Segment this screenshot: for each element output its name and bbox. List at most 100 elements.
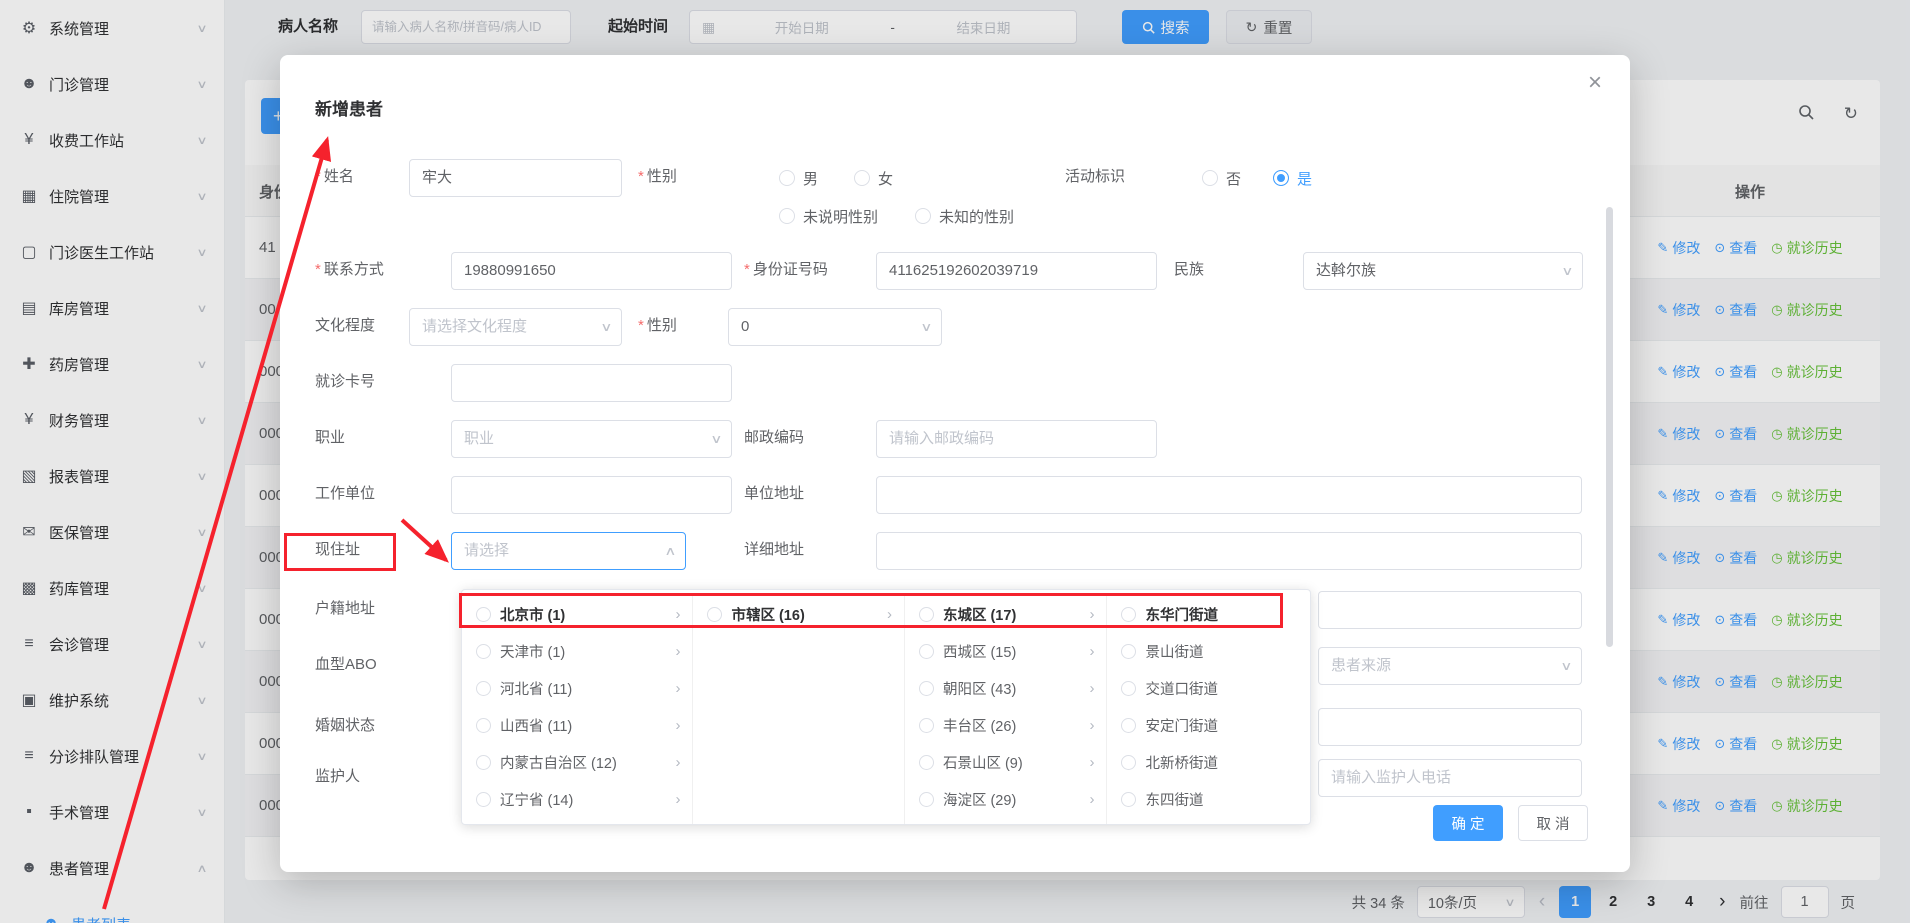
cascader-option[interactable]: 辽宁省 (14) › (462, 781, 692, 818)
chevron-down-icon: ∨ (1561, 253, 1573, 290)
required-asterisk: * (744, 261, 750, 278)
radio-icon (1202, 170, 1218, 186)
guardian-phone-input[interactable]: 请输入监护人电话 (1318, 759, 1582, 797)
cascader-option-label: 海淀区 (29) (943, 789, 1016, 810)
gender-female-radio[interactable]: 女 (854, 169, 893, 187)
cascader-option-label: 西城区 (15) (943, 641, 1016, 662)
cascader-option[interactable]: 交道口街道 (1107, 670, 1310, 707)
chevron-right-icon: › (1089, 680, 1094, 697)
required-asterisk: * (315, 261, 321, 278)
cascader-option[interactable]: 河北省 (11)› (462, 670, 692, 707)
detail-address-input[interactable] (876, 532, 1582, 570)
id-number-input[interactable]: 411625192602039719 (876, 252, 1157, 290)
cascader-option[interactable]: 东四街道 (1107, 781, 1310, 818)
visit-card-input[interactable] (451, 364, 732, 402)
cascader-option[interactable]: 安定门街道 (1107, 707, 1310, 744)
required-asterisk: * (315, 168, 321, 185)
cascader-option[interactable]: 西城区 (15) › (905, 633, 1107, 670)
gender-label: *性别 (638, 167, 677, 187)
gender-unspecified-radio[interactable]: 未说明性别 (779, 207, 878, 225)
chevron-down-icon: ∨ (920, 309, 932, 346)
cascader-option[interactable]: 海淀区 (29) › (905, 781, 1107, 818)
name-input[interactable]: 牢大 (409, 159, 622, 197)
gender-select[interactable]: 0∨ (728, 308, 942, 346)
chevron-right-icon: › (1089, 791, 1094, 808)
radio-icon (919, 644, 934, 659)
visit-card-label: 就诊卡号 (315, 372, 375, 392)
cascader-option-label: 辽宁省 (14) (500, 789, 573, 810)
chevron-right-icon: › (1089, 643, 1094, 660)
radio-icon (1121, 718, 1136, 733)
guardian-label: 监护人 (315, 767, 360, 787)
radio-icon (854, 170, 870, 186)
work-unit-input[interactable] (451, 476, 732, 514)
unit-address-input[interactable] (876, 476, 1582, 514)
cascader-column-3: 东城区 (17)›西城区 (15)›朝阳区 (43)›丰台区 (26)›石景山区… (905, 596, 1108, 824)
radio-icon (476, 718, 491, 733)
annotation-box-current-address (284, 533, 396, 571)
cascader-option[interactable]: 丰台区 (26) › (905, 707, 1107, 744)
gender-male-radio[interactable]: 男 (779, 169, 818, 187)
chevron-right-icon: › (675, 754, 680, 771)
chevron-right-icon: › (1089, 754, 1094, 771)
cascader-option-label: 山西省 (11) (500, 715, 572, 736)
occupation-select[interactable]: 职业∨ (451, 420, 732, 458)
cascader-option[interactable]: 天津市 (1)› (462, 633, 692, 670)
close-icon[interactable]: × (1588, 71, 1602, 95)
cascader-option-label: 朝阳区 (43) (943, 678, 1016, 699)
chevron-right-icon: › (675, 680, 680, 697)
radio-icon (1121, 755, 1136, 770)
household-address-input[interactable] (1318, 591, 1582, 629)
radio-icon (1121, 644, 1136, 659)
name-label: *姓名 (315, 167, 354, 187)
cascader-option[interactable]: 北新桥街道 (1107, 744, 1310, 781)
chevron-right-icon: › (1089, 717, 1094, 734)
cancel-button[interactable]: 取 消 (1518, 805, 1588, 841)
radio-icon (476, 644, 491, 659)
cascader-option[interactable]: 朝阳区 (43) › (905, 670, 1107, 707)
radio-icon (779, 170, 795, 186)
app-screen: ⚙系统管理∨☻门诊管理∨¥收费工作站∨▦住院管理∨▢门诊医生工作站∨▤库房管理∨… (0, 0, 1910, 923)
cascader-column-2: 市辖区 (16)› (693, 596, 905, 824)
radio-icon (919, 755, 934, 770)
cascader-option[interactable]: 石景山区 (9)› (905, 744, 1107, 781)
ethnicity-label: 民族 (1174, 260, 1204, 280)
modal-scrollbar[interactable] (1606, 207, 1613, 647)
education-select[interactable]: 请选择文化程度∨ (409, 308, 622, 346)
postal-code-input[interactable]: 请输入邮政编码 (876, 420, 1157, 458)
postal-code-label: 邮政编码 (744, 428, 804, 448)
cascader-option-label: 景山街道 (1145, 641, 1203, 662)
marital-status-input[interactable] (1318, 708, 1582, 746)
active-flag-yes-radio[interactable]: 是 (1273, 169, 1312, 187)
radio-icon (919, 792, 934, 807)
contact-input[interactable]: 19880991650 (451, 252, 732, 290)
radio-icon (919, 718, 934, 733)
patient-source-select[interactable]: 患者来源∨ (1318, 647, 1582, 685)
chevron-right-icon: › (675, 791, 680, 808)
modal-title: 新增患者 (315, 95, 383, 120)
chevron-up-icon: ∧ (664, 533, 676, 570)
cascader-option-label: 丰台区 (26) (943, 715, 1016, 736)
annotation-box-cascader-row (459, 593, 1283, 628)
active-flag-label: 活动标识 (1065, 167, 1125, 187)
confirm-button[interactable]: 确 定 (1433, 805, 1503, 841)
cascader-column-4: 东华门街道景山街道交道口街道安定门街道北新桥街道东四街道 (1107, 596, 1310, 824)
cascader-option-label: 北新桥街道 (1145, 752, 1218, 773)
required-asterisk: * (638, 317, 644, 334)
radio-selected-icon (1273, 170, 1289, 186)
cascader-option[interactable]: 内蒙古自治区 (12)› (462, 744, 692, 781)
gender-unknown-radio[interactable]: 未知的性别 (915, 207, 1014, 225)
chevron-right-icon: › (675, 643, 680, 660)
chevron-down-icon: ∨ (1560, 648, 1572, 685)
radio-icon (915, 208, 931, 224)
chevron-right-icon: › (675, 717, 680, 734)
current-address-select[interactable]: 请选择∧ (451, 532, 686, 570)
chevron-down-icon: ∨ (710, 421, 722, 458)
required-asterisk: * (638, 168, 644, 185)
cascader-option[interactable]: 山西省 (11) › (462, 707, 692, 744)
detail-address-label: 详细地址 (744, 540, 804, 560)
active-flag-no-radio[interactable]: 否 (1202, 169, 1241, 187)
add-patient-modal: 新增患者 × *姓名 牢大 *性别 男 女 活动标识 否 是 未说明性别 未知的… (280, 55, 1630, 872)
cascader-option[interactable]: 景山街道 (1107, 633, 1310, 670)
ethnicity-select[interactable]: 达斡尔族∨ (1303, 252, 1583, 290)
